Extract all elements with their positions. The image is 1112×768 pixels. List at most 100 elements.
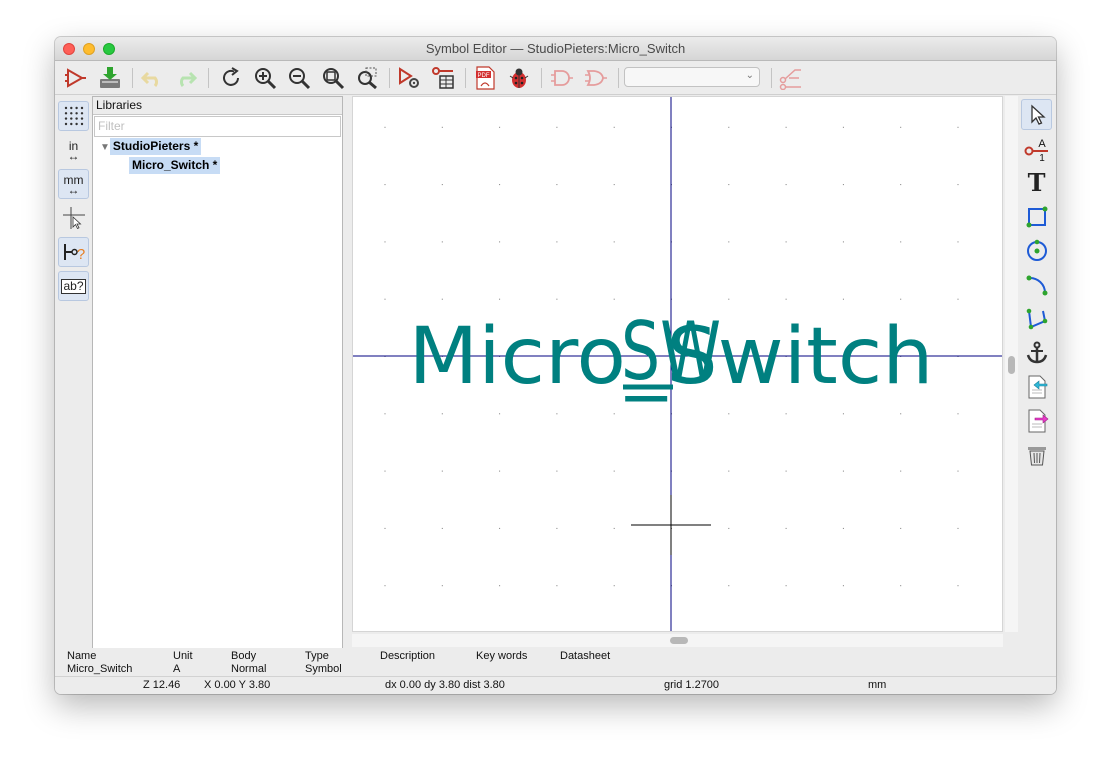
add-pin-icon[interactable]: A1	[1021, 133, 1052, 164]
msg-header-type: Type	[305, 650, 329, 662]
grid-dot	[556, 527, 558, 529]
grid-dot	[957, 585, 959, 587]
filter-input[interactable]: Filter	[94, 116, 341, 137]
grid-dot	[556, 470, 558, 472]
hidden-text-label: ab?	[61, 278, 86, 294]
grid-dot	[499, 470, 501, 472]
check-symbol-icon[interactable]	[506, 65, 532, 91]
grid-dot	[384, 298, 386, 300]
show-hidden-text-button[interactable]: ab?	[58, 271, 89, 301]
grid-dot	[499, 126, 501, 128]
msg-header-name: Name	[67, 650, 97, 662]
grid-dot	[384, 585, 386, 587]
zoom-in-icon[interactable]	[252, 65, 278, 91]
grid-dot	[728, 241, 730, 243]
select-arrow-icon[interactable]	[1021, 99, 1052, 130]
status-delta: dx 0.00 dy 3.80 dist 3.80	[385, 679, 505, 691]
refresh-icon[interactable]	[218, 65, 244, 91]
add-text-icon[interactable]: T	[1021, 167, 1052, 198]
show-datasheet-icon[interactable]	[778, 65, 804, 91]
grid-dot	[613, 413, 615, 415]
tree-item-library[interactable]: ▼ StudioPieters *	[100, 138, 202, 155]
millimeters-units-button[interactable]: mm ↔	[58, 169, 89, 199]
window-title: Symbol Editor — StudioPieters:Micro_Swit…	[425, 41, 686, 56]
libraries-header: Libraries	[93, 97, 342, 115]
show-de-morgan-alternate-icon[interactable]	[583, 65, 609, 91]
grid-dot	[499, 184, 501, 186]
grid-dot	[842, 527, 844, 529]
inches-units-button[interactable]: in ↔	[58, 135, 89, 165]
zoom-fit-icon[interactable]	[320, 65, 346, 91]
pin-electrical-type-icon[interactable]: ?	[58, 237, 89, 267]
grid-icon[interactable]	[58, 101, 89, 131]
horizontal-scroll-thumb[interactable]	[670, 637, 688, 644]
add-polyline-icon[interactable]	[1021, 303, 1052, 334]
status-bar: Z 12.46 X 0.00 Y 3.80 dx 0.00 dy 3.80 di…	[55, 676, 1056, 694]
grid-dot	[384, 126, 386, 128]
svg-text:?: ?	[76, 246, 84, 263]
add-arc-icon[interactable]	[1021, 269, 1052, 300]
grid-dot	[613, 585, 615, 587]
msg-header-datasheet: Datasheet	[560, 650, 611, 662]
pin-table-icon[interactable]	[430, 65, 456, 91]
pdf-label: PDF	[478, 73, 490, 79]
msg-header-unit: Unit	[173, 650, 193, 662]
add-circle-icon[interactable]	[1021, 235, 1052, 266]
triangle-down-icon[interactable]: ▼	[100, 142, 110, 153]
reference-field-text[interactable]: SW	[621, 305, 721, 398]
grid-dot	[728, 585, 730, 587]
grid-dot	[785, 184, 787, 186]
unit-select-dropdown[interactable]: ⌄	[624, 67, 760, 87]
grid-dot	[613, 298, 615, 300]
grid-dot	[556, 298, 558, 300]
zoom-out-icon[interactable]	[286, 65, 312, 91]
vertical-scrollbar[interactable]	[1005, 96, 1018, 632]
grid-dot	[900, 470, 902, 472]
horizontal-scrollbar[interactable]	[352, 634, 1003, 647]
library-name: StudioPieters *	[109, 138, 202, 155]
status-zoom: Z 12.46	[143, 679, 181, 691]
grid-dot	[957, 527, 959, 529]
grid-dot	[842, 298, 844, 300]
vertical-scroll-thumb[interactable]	[1008, 356, 1015, 374]
grid-dot	[957, 413, 959, 415]
add-rectangle-icon[interactable]	[1021, 201, 1052, 232]
drawing-canvas[interactable]: Micro_Switch SW	[352, 96, 1003, 632]
grid-dot	[441, 126, 443, 128]
grid-dot	[499, 241, 501, 243]
grid-dot	[957, 126, 959, 128]
grid-dot	[785, 298, 787, 300]
grid-dot	[728, 470, 730, 472]
symbol-properties-icon[interactable]	[396, 65, 422, 91]
title-bar: Symbol Editor — StudioPieters:Micro_Swit…	[55, 37, 1056, 61]
text-glyph: T	[1027, 168, 1046, 197]
tree-item-symbol[interactable]: Micro_Switch *	[129, 157, 221, 174]
grid-dot	[441, 470, 443, 472]
grid-dot	[556, 126, 558, 128]
redo-icon[interactable]	[173, 65, 199, 91]
delete-icon[interactable]	[1021, 439, 1052, 470]
anchor-icon[interactable]	[1021, 337, 1052, 368]
full-crosshair-cursor-icon[interactable]	[58, 203, 89, 233]
zoom-selection-icon[interactable]	[354, 65, 380, 91]
grid-dot	[441, 585, 443, 587]
import-graphics-icon[interactable]	[1021, 371, 1052, 402]
save-icon[interactable]	[97, 65, 123, 91]
grid-dot	[728, 184, 730, 186]
new-symbol-icon[interactable]	[63, 65, 89, 91]
show-de-morgan-standard-icon[interactable]	[549, 65, 575, 91]
grid-dot	[957, 184, 959, 186]
export-pdf-icon[interactable]: PDF	[472, 65, 498, 91]
export-graphics-icon[interactable]	[1021, 405, 1052, 436]
grid-dot	[613, 527, 615, 529]
status-units: mm	[868, 679, 887, 691]
undo-icon[interactable]	[139, 65, 165, 91]
msg-value-unit: A	[173, 663, 181, 675]
grid-dot	[441, 298, 443, 300]
grid-dot	[613, 470, 615, 472]
grid-dot	[842, 241, 844, 243]
grid-dot	[499, 298, 501, 300]
grid-dot	[957, 241, 959, 243]
msg-header-keywords: Key words	[476, 650, 528, 662]
grid-dot	[613, 184, 615, 186]
